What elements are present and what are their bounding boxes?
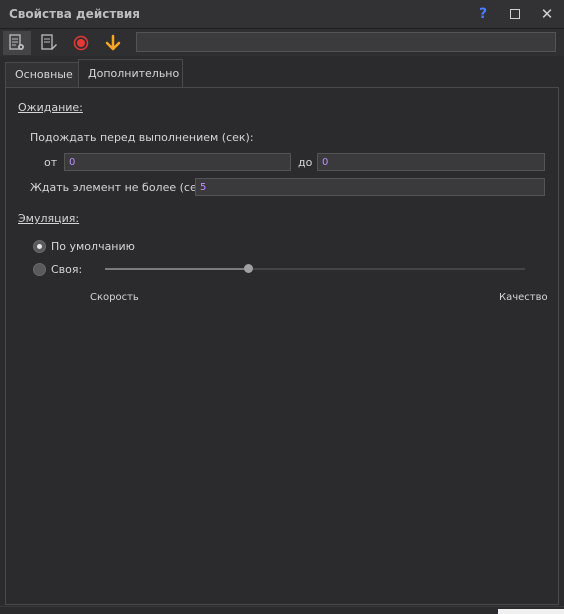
arrow-down-icon <box>105 34 121 51</box>
close-button[interactable]: ✕ <box>537 4 557 24</box>
move-down-tool-button[interactable] <box>99 31 127 55</box>
speed-label: Скорость <box>90 292 139 303</box>
toolbar <box>0 29 564 56</box>
emulation-section-label: Эмуляция: <box>18 212 80 225</box>
emulation-slider[interactable] <box>105 264 525 273</box>
wait-before-label: Подождать перед выполнением (сек): <box>30 131 254 144</box>
properties-doc-icon <box>9 34 24 50</box>
maximize-button[interactable] <box>505 4 525 24</box>
radio-default-label: По умолчанию <box>51 240 135 253</box>
window-title: Свойства действия <box>9 7 141 21</box>
maximize-icon <box>510 9 520 19</box>
quality-label: Качество <box>499 292 548 303</box>
title-bar: Свойства действия ? ✕ <box>0 0 564 29</box>
tab-panel-advanced: Ожидание: Подождать перед выполнением (с… <box>5 87 559 605</box>
wait-from-input[interactable]: 0 <box>64 153 291 171</box>
wait-element-input[interactable]: 5 <box>195 178 545 196</box>
record-icon <box>73 35 89 51</box>
wait-to-input[interactable]: 0 <box>317 153 545 171</box>
radio-default[interactable] <box>33 240 46 253</box>
edit-tool-button[interactable] <box>35 31 63 55</box>
radio-custom-label: Своя: <box>51 263 83 276</box>
wait-element-label: Ждать элемент не более (сек): <box>30 181 212 194</box>
radio-custom[interactable] <box>33 263 46 276</box>
record-tool-button[interactable] <box>67 31 95 55</box>
waiting-section-label: Ожидание: <box>18 101 83 114</box>
properties-tool-button[interactable] <box>3 31 31 55</box>
to-label: до <box>298 156 313 169</box>
status-bar-block <box>498 609 564 614</box>
slider-thumb[interactable] <box>243 264 253 273</box>
edit-doc-icon <box>41 34 57 50</box>
tab-advanced[interactable]: Дополнительно <box>78 59 183 87</box>
from-label: от <box>44 156 58 169</box>
toolbar-input[interactable] <box>136 32 556 52</box>
slider-fill <box>105 268 248 270</box>
help-button[interactable]: ? <box>473 4 493 24</box>
tab-bar: Основные Дополнительно <box>0 59 564 87</box>
tab-basic[interactable]: Основные <box>5 62 84 87</box>
